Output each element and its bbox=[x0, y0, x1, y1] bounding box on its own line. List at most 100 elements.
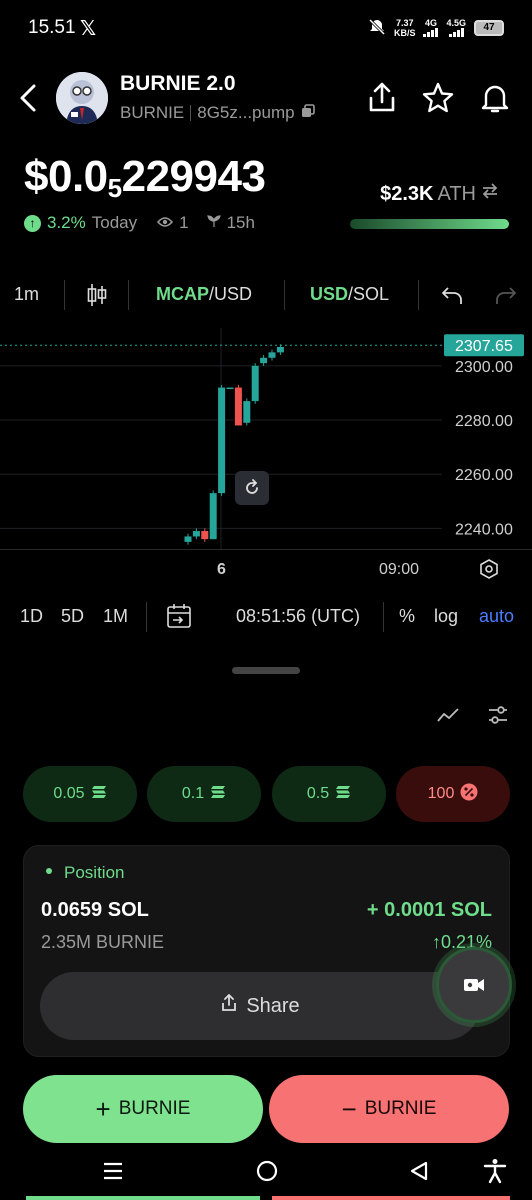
divider bbox=[128, 280, 129, 310]
percent-toggle[interactable]: % bbox=[399, 606, 415, 627]
screen-record-button[interactable] bbox=[436, 947, 512, 1023]
mcap-usd-toggle[interactable]: MCAP/USD bbox=[156, 284, 252, 305]
auto-toggle[interactable]: auto bbox=[479, 606, 514, 627]
token-avatar bbox=[56, 72, 108, 124]
candle bbox=[201, 531, 209, 540]
candle bbox=[192, 531, 200, 537]
back-button[interactable] bbox=[14, 82, 44, 114]
range-1d-button[interactable]: 1D bbox=[20, 606, 43, 627]
copy-icon[interactable] bbox=[301, 103, 315, 123]
position-sol: 0.0659 SOL bbox=[41, 899, 149, 921]
divider bbox=[383, 602, 384, 632]
quick-buy-0-1[interactable]: 0.1 bbox=[147, 766, 261, 822]
range-row: 1D 5D 1M 08:51:56 (UTC) % log auto bbox=[0, 598, 532, 638]
signal-4g-icon: 4G bbox=[423, 19, 439, 37]
plus-icon: + bbox=[95, 1094, 111, 1124]
y-tick-label: 2240.00 bbox=[455, 521, 513, 538]
price-chart[interactable]: 2300.00 2280.00 2260.00 2240.00 2307.65 bbox=[0, 328, 532, 550]
log-toggle[interactable]: log bbox=[434, 606, 458, 627]
y-tick-label: 2280.00 bbox=[455, 413, 513, 430]
position-title: Position bbox=[64, 863, 125, 882]
utc-clock: 08:51:56 (UTC) bbox=[236, 606, 361, 626]
battery-icon: 47 bbox=[474, 20, 504, 36]
drag-handle[interactable] bbox=[232, 667, 300, 674]
token-name: BURNIE 2.0 bbox=[120, 72, 236, 95]
buy-label: BURNIE bbox=[118, 1098, 191, 1119]
system-nav-bar bbox=[0, 1146, 532, 1200]
candle bbox=[209, 493, 217, 540]
usd-sol-toggle[interactable]: USD/SOL bbox=[310, 284, 389, 305]
candle bbox=[243, 401, 251, 423]
x-app-icon: 𝕏 bbox=[80, 18, 97, 40]
accessibility-icon[interactable] bbox=[483, 1158, 507, 1189]
last-price-label: 2307.65 bbox=[455, 338, 513, 355]
eye-icon bbox=[157, 213, 174, 233]
signal-45g-icon: 4.5G bbox=[446, 19, 466, 37]
sell-label: BURNIE bbox=[364, 1098, 437, 1119]
token-address[interactable]: 8G5z...pump bbox=[197, 103, 294, 123]
candles-icon[interactable] bbox=[86, 282, 108, 313]
change-percent: 3.2% bbox=[47, 213, 86, 232]
status-bar: 15.51 𝕏 7.37 KB/S 4G 4.5G 47 bbox=[0, 0, 532, 56]
candle bbox=[260, 357, 268, 364]
redo-icon[interactable] bbox=[494, 284, 518, 311]
reset-icon bbox=[246, 479, 258, 494]
bell-icon[interactable] bbox=[477, 80, 513, 116]
ath-value: $2.3K bbox=[380, 182, 434, 205]
y-tick-label: 2260.00 bbox=[455, 467, 513, 484]
change-label: Today bbox=[91, 213, 138, 232]
token-symbol: BURNIE bbox=[120, 103, 185, 122]
range-5d-button[interactable]: 5D bbox=[61, 606, 84, 627]
y-tick-label: 2300.00 bbox=[455, 359, 513, 376]
buy-glow bbox=[26, 1196, 260, 1200]
calendar-icon[interactable] bbox=[166, 602, 192, 635]
quick-sell-100-percent[interactable]: 100 bbox=[396, 766, 510, 822]
sell-button[interactable]: − BURNIE bbox=[269, 1075, 509, 1143]
sprout-icon bbox=[206, 213, 221, 233]
candle bbox=[184, 536, 192, 542]
reset-chart-button[interactable] bbox=[235, 471, 269, 505]
x-tick: 6 bbox=[217, 561, 226, 578]
divider bbox=[190, 105, 192, 121]
position-pnl-sol: + 0.0001 SOL bbox=[366, 899, 492, 921]
quick-buy-0-5[interactable]: 0.5 bbox=[272, 766, 386, 822]
arrow-up-icon: ↑ bbox=[24, 214, 41, 232]
back-nav-icon[interactable] bbox=[408, 1160, 430, 1187]
position-dot bbox=[46, 868, 52, 874]
sliders-icon[interactable] bbox=[487, 704, 509, 731]
undo-icon[interactable] bbox=[440, 284, 464, 311]
sell-glow bbox=[272, 1196, 510, 1200]
share-icon[interactable] bbox=[364, 80, 400, 116]
minus-icon: − bbox=[341, 1094, 357, 1124]
buy-button[interactable]: + BURNIE bbox=[23, 1075, 263, 1143]
swap-icon[interactable] bbox=[480, 182, 500, 206]
candle bbox=[276, 346, 284, 353]
share-button[interactable]: Share bbox=[40, 972, 480, 1040]
chart-svg[interactable]: 2300.00 2280.00 2260.00 2240.00 2307.65 bbox=[0, 328, 532, 550]
range-1m-button[interactable]: 1M bbox=[103, 606, 128, 627]
star-icon[interactable] bbox=[420, 80, 456, 116]
ath-display[interactable]: $2.3K ATH bbox=[380, 182, 500, 206]
token-age: 15h bbox=[226, 213, 255, 232]
interval-button[interactable]: 1m bbox=[14, 284, 39, 305]
divider bbox=[64, 280, 65, 310]
line-chart-icon[interactable] bbox=[436, 704, 460, 731]
quick-buy-0-05[interactable]: 0.05 bbox=[23, 766, 137, 822]
menu-icon[interactable] bbox=[102, 1160, 124, 1187]
ath-progress-bar bbox=[350, 219, 509, 229]
candle bbox=[251, 365, 259, 402]
sol-icon bbox=[335, 785, 351, 804]
candle bbox=[218, 387, 226, 494]
video-camera-icon bbox=[464, 979, 484, 991]
watcher-count: 1 bbox=[179, 213, 189, 232]
candle bbox=[226, 387, 234, 390]
share-icon bbox=[220, 993, 238, 1018]
chart-toolbar: 1m MCAP/USD USD/SOL bbox=[0, 272, 532, 318]
candle bbox=[234, 387, 242, 426]
change-row: ↑ 3.2% Today 1 15h bbox=[24, 213, 255, 233]
x-tick: 09:00 bbox=[379, 561, 420, 578]
chart-settings-icon[interactable] bbox=[478, 558, 500, 585]
status-time: 15.51 bbox=[28, 17, 76, 38]
share-label: Share bbox=[246, 994, 300, 1017]
home-icon[interactable] bbox=[256, 1160, 278, 1187]
